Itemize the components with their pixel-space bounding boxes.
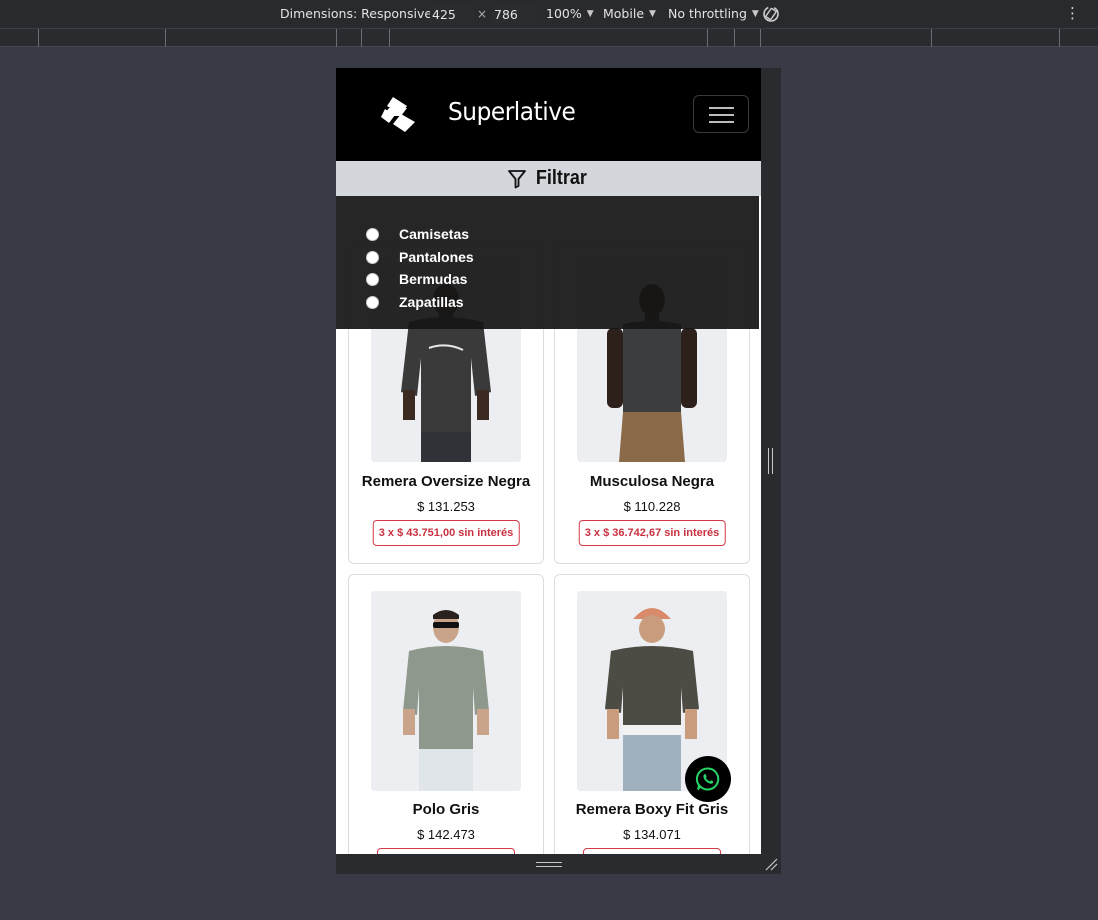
filter-dropdown: Camisetas Pantalones Bermudas Zapatillas: [336, 196, 759, 329]
menu-toggle-button[interactable]: [693, 95, 749, 133]
filter-label: Filtrar: [535, 167, 588, 189]
whatsapp-button[interactable]: [685, 756, 731, 802]
hamburger-line: [709, 114, 734, 116]
hamburger-line: [709, 121, 734, 123]
filter-option-pantalones[interactable]: Pantalones: [366, 249, 474, 265]
device-resize-handle-bottom[interactable]: [336, 854, 761, 874]
product-name[interactable]: Musculosa Negra: [555, 473, 749, 490]
product-name[interactable]: Polo Gris: [349, 801, 543, 818]
dimensions-separator: ×: [477, 7, 487, 21]
dimensions-label: Dimensions: Responsive: [280, 6, 433, 21]
brand-name[interactable]: Superlative: [448, 97, 576, 126]
ruler-tick[interactable]: [361, 29, 362, 47]
filter-option-bermudas[interactable]: Bermudas: [366, 271, 467, 287]
product-image[interactable]: [371, 591, 521, 791]
ruler-tick[interactable]: [1059, 29, 1060, 47]
throttling-label: No throttling: [668, 6, 747, 21]
funnel-icon: [508, 169, 527, 188]
height-value[interactable]: 786: [492, 5, 536, 23]
hamburger-line: [709, 107, 734, 109]
product-name[interactable]: Remera Boxy Fit Gris: [555, 801, 749, 818]
product-price: $ 134.071: [623, 827, 681, 842]
radio-button[interactable]: [366, 250, 379, 264]
device-resize-handle-right[interactable]: [761, 68, 781, 874]
width-input[interactable]: 425: [430, 5, 474, 23]
radio-button[interactable]: [366, 227, 379, 241]
throttling-dropdown[interactable]: No throttling ▼: [668, 6, 759, 21]
devtools-device-toolbar: Dimensions: Responsive▼ 425 × 786 100%▼ …: [0, 0, 1098, 28]
installments-badge: 3 x $ 36.742,67 sin interés: [578, 520, 726, 546]
filter-option-label: Bermudas: [399, 271, 468, 287]
device-type-dropdown[interactable]: Mobile ▼: [603, 6, 656, 21]
device-viewport: Superlative Filtrar Remera Oversize Negr…: [336, 68, 761, 854]
caret-down-icon: ▼: [586, 8, 594, 19]
resize-corner-icon[interactable]: [764, 857, 778, 871]
site-navbar: Superlative: [336, 68, 761, 161]
product-card[interactable]: Polo Gris $ 142.473: [348, 574, 544, 854]
media-query-ruler: [0, 28, 1098, 47]
product-price: $ 142.473: [417, 827, 475, 842]
filter-option-label: Camisetas: [399, 226, 470, 242]
product-price: $ 110.228: [623, 499, 681, 514]
zoom-label: 100%: [546, 6, 582, 21]
ruler-tick[interactable]: [38, 29, 39, 47]
filter-option-label: Pantalones: [399, 249, 474, 265]
ruler-tick[interactable]: [336, 29, 337, 47]
filter-toggle-button[interactable]: Filtrar: [336, 161, 761, 196]
device-type-label: Mobile: [603, 6, 645, 21]
ruler-tick[interactable]: [734, 29, 735, 47]
filter-option-camisetas[interactable]: Camisetas: [366, 226, 469, 242]
whatsapp-icon: [695, 767, 720, 791]
installments-badge: 3 x $ 43.751,00 sin interés: [372, 520, 520, 546]
resize-grip[interactable]: [768, 448, 773, 474]
width-value[interactable]: 425: [430, 5, 474, 23]
product-card[interactable]: Remera Boxy Fit Gris $ 134.071: [554, 574, 750, 854]
ruler-tick[interactable]: [389, 29, 390, 47]
resize-grip[interactable]: [536, 862, 562, 867]
caret-down-icon: ▼: [751, 8, 759, 19]
filter-option-zapatillas[interactable]: Zapatillas: [366, 294, 464, 310]
caret-down-icon: ▼: [649, 8, 656, 19]
height-input[interactable]: 786: [492, 5, 536, 23]
product-name[interactable]: Remera Oversize Negra: [349, 473, 543, 490]
ruler-tick[interactable]: [760, 29, 761, 47]
filter-option-label: Zapatillas: [399, 294, 464, 310]
brand-logo-icon[interactable]: [381, 97, 415, 132]
dimensions-dropdown[interactable]: Dimensions: Responsive▼: [280, 6, 444, 21]
product-price: $ 131.253: [417, 499, 475, 514]
times-sign: ×: [477, 7, 488, 21]
radio-button[interactable]: [366, 295, 379, 309]
ruler-tick[interactable]: [165, 29, 166, 47]
radio-button[interactable]: [366, 272, 379, 286]
rotate-icon[interactable]: [761, 4, 781, 24]
ruler-tick[interactable]: [931, 29, 932, 47]
ruler-tick[interactable]: [707, 29, 708, 47]
zoom-dropdown[interactable]: 100% ▼: [546, 6, 594, 21]
more-options-icon[interactable]: ⋮: [1065, 5, 1080, 21]
